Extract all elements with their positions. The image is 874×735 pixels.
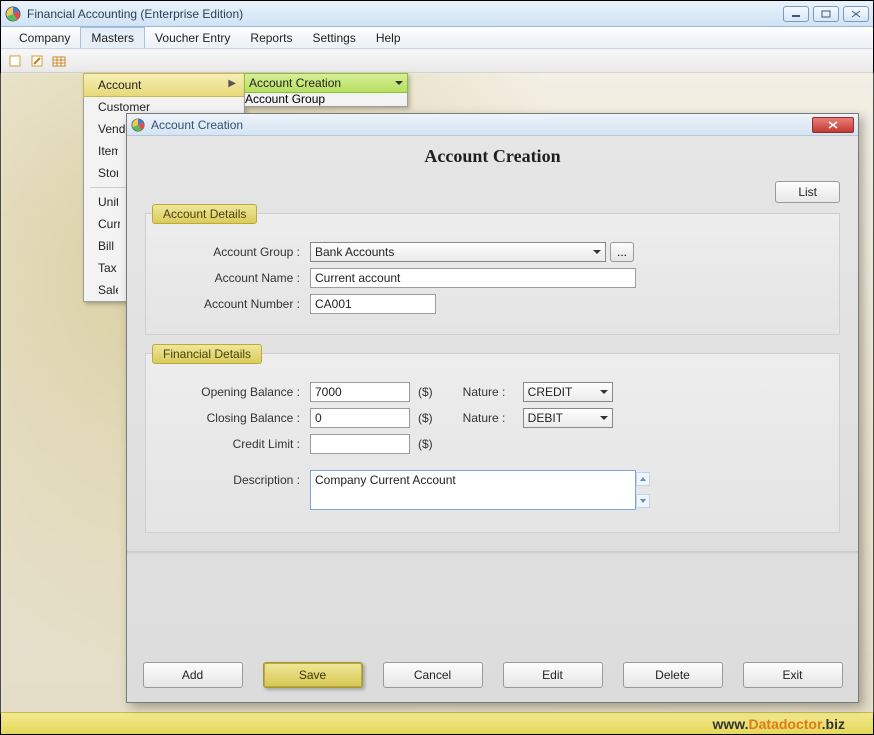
masters-item-vendor[interactable]: Vendor xyxy=(84,118,132,140)
menubar: Company Masters Voucher Entry Reports Se… xyxy=(1,27,873,49)
save-button[interactable]: Save xyxy=(263,662,363,688)
opening-balance-label: Opening Balance : xyxy=(160,385,310,399)
scroll-down-icon[interactable] xyxy=(636,494,650,508)
credit-limit-input[interactable] xyxy=(310,434,410,454)
masters-item-account[interactable]: Account xyxy=(83,73,245,97)
credit-limit-label: Credit Limit : xyxy=(160,437,310,451)
maximize-button[interactable] xyxy=(813,6,839,22)
dialog-header: Account Creation xyxy=(127,136,858,181)
nature1-label: Nature : xyxy=(463,385,523,399)
window-titlebar: Financial Accounting (Enterprise Edition… xyxy=(1,1,873,27)
delete-button[interactable]: Delete xyxy=(623,662,723,688)
footer-brand: Datadoctor xyxy=(749,716,822,732)
opening-balance-input[interactable] xyxy=(310,382,410,402)
account-submenu: Account Creation Account Group xyxy=(244,73,408,107)
masters-item-tax[interactable]: Tax xyxy=(84,257,120,279)
account-group-value: Bank Accounts xyxy=(315,245,394,259)
minimize-button[interactable] xyxy=(783,6,809,22)
menu-help[interactable]: Help xyxy=(366,27,411,48)
nature2-select[interactable]: DEBIT xyxy=(523,408,613,428)
dialog-close-button[interactable] xyxy=(812,117,854,133)
opening-currency-suffix: ($) xyxy=(418,385,433,399)
toolbar-new-icon[interactable] xyxy=(5,52,25,70)
menu-voucher-entry[interactable]: Voucher Entry xyxy=(145,27,240,48)
financial-details-group: Financial Details Opening Balance : ($) … xyxy=(145,353,840,533)
close-button[interactable] xyxy=(843,6,869,22)
masters-item-salesman[interactable]: Salesman xyxy=(84,279,118,301)
account-details-group: Account Details Account Group : Bank Acc… xyxy=(145,213,840,335)
window-title: Financial Accounting (Enterprise Edition… xyxy=(27,7,783,21)
nature2-label: Nature : xyxy=(463,411,523,425)
account-number-input[interactable] xyxy=(310,294,436,314)
menu-reports[interactable]: Reports xyxy=(240,27,302,48)
account-creation-dialog: Account Creation Account Creation List A… xyxy=(126,113,859,703)
exit-button[interactable]: Exit xyxy=(743,662,843,688)
nature2-value: DEBIT xyxy=(528,411,563,425)
toolbar-edit-icon[interactable] xyxy=(27,52,47,70)
account-group-browse-button[interactable]: ... xyxy=(610,242,634,262)
financial-details-legend: Financial Details xyxy=(152,344,262,364)
toolbar-grid-icon[interactable] xyxy=(49,52,69,70)
list-button[interactable]: List xyxy=(775,181,840,203)
account-group-select[interactable]: Bank Accounts xyxy=(310,242,606,262)
description-textarea[interactable] xyxy=(310,470,636,510)
nature1-select[interactable]: CREDIT xyxy=(523,382,613,402)
account-group-label: Account Group : xyxy=(160,245,310,259)
add-button[interactable]: Add xyxy=(143,662,243,688)
footer-link[interactable]: www.Datadoctor.biz xyxy=(712,716,845,732)
description-label: Description : xyxy=(160,470,310,487)
masters-item-item[interactable]: Item xyxy=(84,140,118,162)
footer-bar: www.Datadoctor.biz xyxy=(1,712,873,734)
nature1-value: CREDIT xyxy=(528,385,573,399)
footer-suffix: .biz xyxy=(822,716,845,732)
account-name-label: Account Name : xyxy=(160,271,310,285)
closing-balance-label: Closing Balance : xyxy=(160,411,310,425)
client-area: Account Customer Vendor Item Store Unit … xyxy=(1,73,873,714)
app-icon xyxy=(5,6,21,22)
edit-button[interactable]: Edit xyxy=(503,662,603,688)
submenu-account-creation[interactable]: Account Creation xyxy=(244,73,408,93)
masters-item-bill-sundry[interactable]: Bill Sundry xyxy=(84,235,116,257)
textarea-scrollbar[interactable] xyxy=(636,470,652,510)
dialog-icon xyxy=(131,118,145,132)
menu-settings[interactable]: Settings xyxy=(302,27,365,48)
credit-limit-currency-suffix: ($) xyxy=(418,437,433,451)
footer-prefix: www. xyxy=(712,716,748,732)
closing-balance-input[interactable] xyxy=(310,408,410,428)
menu-company[interactable]: Company xyxy=(9,27,80,48)
closing-currency-suffix: ($) xyxy=(418,411,433,425)
dialog-titlebar: Account Creation xyxy=(127,114,858,136)
account-details-legend: Account Details xyxy=(152,204,257,224)
menu-masters[interactable]: Masters xyxy=(80,27,145,48)
account-number-label: Account Number : xyxy=(160,297,310,311)
masters-item-unit[interactable]: Unit xyxy=(84,191,118,213)
masters-item-currency[interactable]: Currency xyxy=(84,213,120,235)
masters-item-store[interactable]: Store xyxy=(84,162,118,184)
dialog-separator xyxy=(127,551,858,555)
submenu-account-group[interactable]: Account Group xyxy=(245,92,407,106)
dialog-title: Account Creation xyxy=(151,118,812,132)
toolbar xyxy=(1,49,873,73)
dialog-button-row: Add Save Cancel Edit Delete Exit xyxy=(127,662,858,688)
cancel-button[interactable]: Cancel xyxy=(383,662,483,688)
scroll-up-icon[interactable] xyxy=(636,472,650,486)
account-name-input[interactable] xyxy=(310,268,636,288)
